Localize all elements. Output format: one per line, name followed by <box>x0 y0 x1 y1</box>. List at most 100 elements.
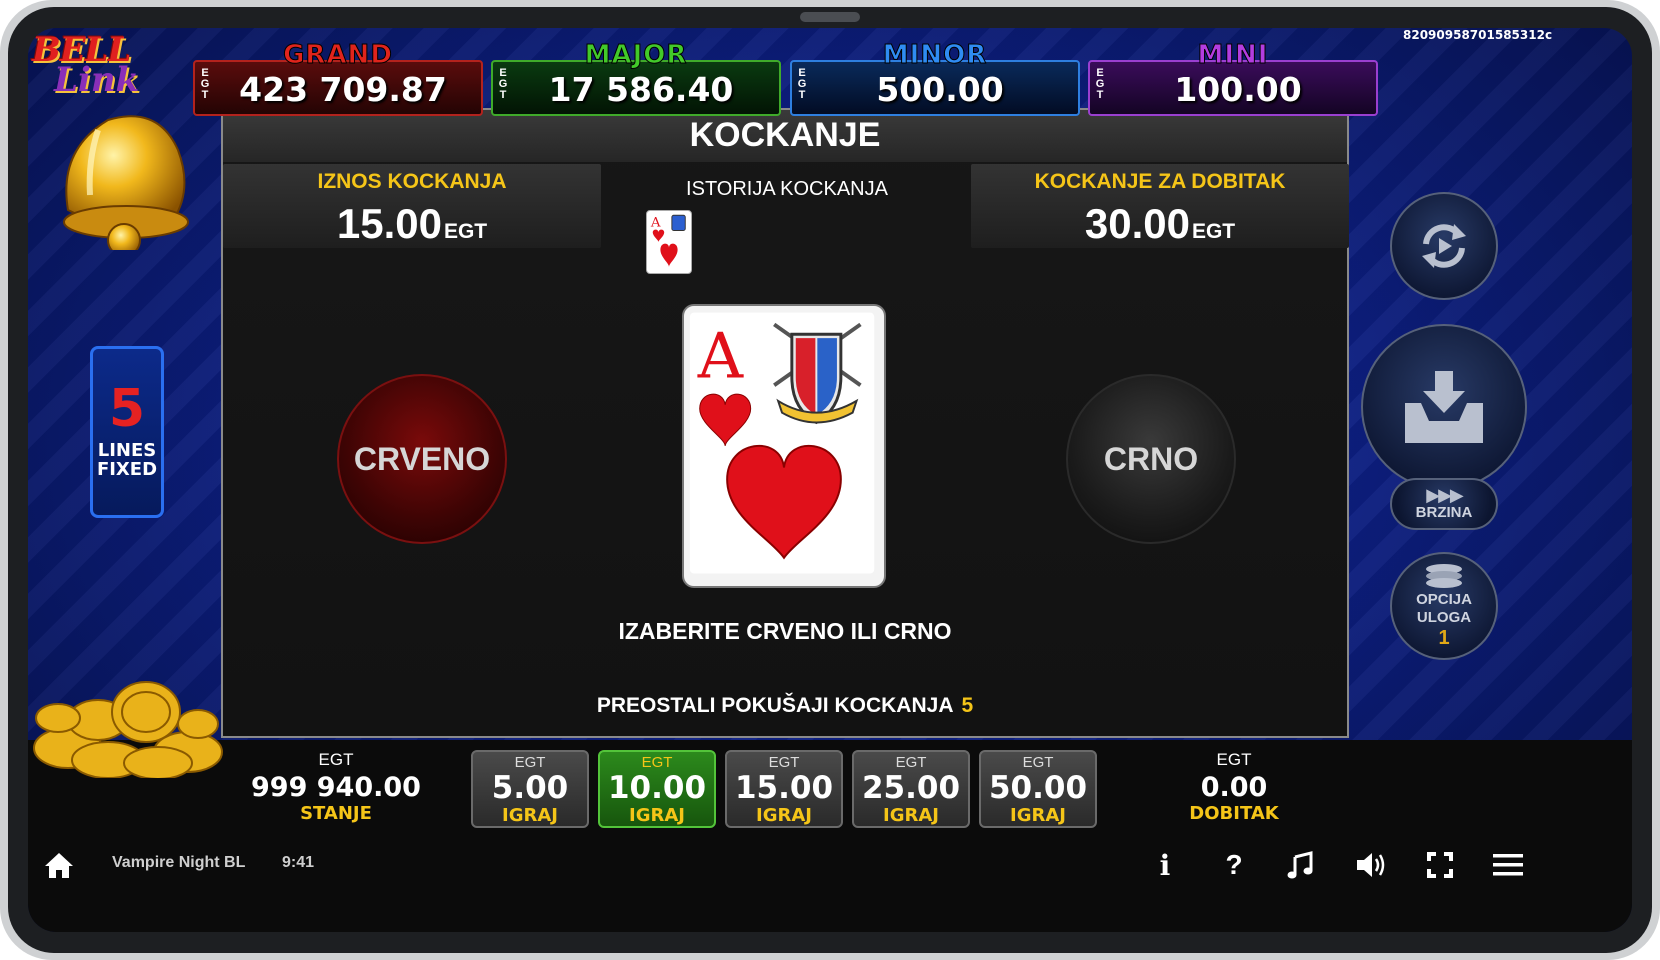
bet-label: IGRAJ <box>883 805 939 826</box>
balance-display: EGT 999 940.00 STANJE <box>246 750 426 824</box>
bet-currency: EGT <box>895 754 927 771</box>
jackpot-major-currency: EGT <box>498 67 508 101</box>
bet-label: IGRAJ <box>1010 805 1066 826</box>
gamble-history-label: ISTORIJA KOCKANJA <box>686 178 888 200</box>
lines-label-line2: FIXED <box>96 459 158 480</box>
red-button[interactable]: CRVENO <box>337 374 507 544</box>
speed-label: BRZINA <box>1415 504 1473 521</box>
gamble-card-ace-hearts: A <box>682 304 886 588</box>
bet-option-label-line1: OPCIJA <box>1416 590 1472 608</box>
jackpot-minor-name: MINOR <box>882 40 988 71</box>
menu-button[interactable] <box>1491 848 1525 882</box>
bet-button-4[interactable]: EGT 25.00 IGRAJ <box>852 750 970 828</box>
jackpot-grand-currency: EGT <box>200 67 210 101</box>
jackpot-mini-value: 100.00 <box>1174 70 1302 109</box>
golden-bell-icon <box>63 115 189 250</box>
collect-tray-icon <box>1405 371 1483 443</box>
gamble-prompt: IZABERITE CRVENO ILI CRNO <box>618 618 952 644</box>
help-icon: ? <box>1225 849 1243 880</box>
jackpot-mini: MINI EGT 100.00 <box>1088 40 1378 116</box>
bet-value: 10.00 <box>607 770 707 806</box>
bet-currency: EGT <box>641 754 673 771</box>
bet-currency: EGT <box>514 754 546 771</box>
jackpot-major: MAJOR EGT 17 586.40 <box>491 40 781 116</box>
win-label: DOBITAK <box>1189 803 1279 824</box>
device-notch <box>800 12 860 22</box>
bet-currency: EGT <box>1022 754 1054 771</box>
gamble-to-win-label: KOCKANJE ZA DOBITAK <box>1034 170 1286 193</box>
bet-option-value: 1 <box>1438 626 1450 649</box>
bet-label: IGRAJ <box>756 805 812 826</box>
bottom-bar: EGT 999 940.00 STANJE EGT 5.00 IGRAJ EGT… <box>28 740 1632 932</box>
jackpot-grand-value: 423 709.87 <box>239 70 447 109</box>
balance-currency: EGT <box>318 750 354 769</box>
bet-button-1[interactable]: EGT 5.00 IGRAJ <box>471 750 589 828</box>
gold-coins-pile <box>33 681 223 778</box>
gamble-amount-box: IZNOS KOCKANJA 15.00EGT <box>223 164 601 248</box>
home-icon <box>45 853 73 878</box>
game-screen: BELL Link GRAND EG T 423 709.87 MAJOR E … <box>28 28 1632 932</box>
gamble-panel: KOCKANJE IZNOS KOCKANJA 15.00EGT ISTORIJ… <box>221 108 1349 738</box>
jackpot-mini-currency: EGT <box>1095 67 1105 101</box>
game-name: Vampire Night BL <box>112 854 246 871</box>
music-button[interactable] <box>1284 848 1318 882</box>
bet-button-5[interactable]: EGT 50.00 IGRAJ <box>979 750 1097 828</box>
gamble-amount-label: IZNOS KOCKANJA <box>317 170 507 193</box>
autoplay-button[interactable] <box>1390 192 1498 300</box>
balance-value: 999 940.00 <box>251 772 421 803</box>
hamburger-menu-icon <box>1493 854 1523 876</box>
music-note-icon <box>1287 851 1313 879</box>
jackpot-major-name: MAJOR <box>584 40 688 71</box>
home-button[interactable] <box>42 848 76 882</box>
gamble-amount-value: 15.00 <box>336 200 442 247</box>
speed-button[interactable]: ▶▶▶ BRZINA <box>1390 478 1498 530</box>
autoplay-icon <box>1422 224 1466 268</box>
jackpot-major-value: 17 586.40 <box>548 70 734 109</box>
fast-forward-icon: ▶▶▶ <box>1426 485 1464 505</box>
bet-currency: EGT <box>768 754 800 771</box>
history-card-rank: A <box>650 216 661 231</box>
bottom-toolbar: Vampire Night BL 9:41 i ? <box>28 840 1632 890</box>
bet-value: 50.00 <box>988 770 1088 806</box>
collect-win-button[interactable] <box>1361 324 1527 490</box>
win-currency: EGT <box>1216 750 1252 769</box>
gamble-to-win-currency: EGT <box>1191 220 1236 243</box>
jackpot-mini-name: MINI <box>1197 40 1269 71</box>
clock: 9:41 <box>282 854 315 871</box>
gamble-title: KOCKANJE <box>689 116 881 154</box>
black-button[interactable]: CRNO <box>1066 374 1236 544</box>
remaining-attempts-count: 5 <box>961 694 974 717</box>
bet-label: IGRAJ <box>502 805 558 826</box>
gamble-to-win: 30.00EGT <box>971 200 1349 248</box>
remaining-attempts-label: PREOSTALI POKUŠAJI KOCKANJA <box>596 694 954 717</box>
help-button[interactable]: ? <box>1217 848 1251 882</box>
info-button[interactable]: i <box>1148 848 1182 882</box>
jackpot-minor-value: 500.00 <box>876 70 1004 109</box>
bet-option-button[interactable]: OPCIJA ULOGA 1 <box>1390 552 1498 660</box>
bet-button-3[interactable]: EGT 15.00 IGRAJ <box>725 750 843 828</box>
bet-label: IGRAJ <box>629 805 685 826</box>
speaker-icon <box>1357 853 1385 877</box>
bet-value: 15.00 <box>734 770 834 806</box>
lines-label: LINES FIXED <box>93 441 161 479</box>
sound-button[interactable] <box>1354 848 1388 882</box>
history-card-ace-hearts: A <box>646 210 692 274</box>
gamble-card-rank: A <box>697 319 744 392</box>
info-icon: i <box>1159 848 1171 882</box>
bet-value: 25.00 <box>861 770 961 806</box>
lines-label-line1: LINES <box>97 440 157 461</box>
jackpot-grand: GRAND EGT 423 709.87 <box>193 40 483 116</box>
game-serial-number: 82090958701585312c <box>1403 28 1553 42</box>
gamble-amount-currency: EGT <box>443 220 488 243</box>
bell-link-logo: BELL Link <box>32 30 142 110</box>
win-display: EGT 0.00 DOBITAK <box>1144 750 1324 824</box>
coin-stack-icon <box>1426 563 1462 588</box>
fullscreen-button[interactable] <box>1423 848 1457 882</box>
jackpot-grand-name: GRAND <box>283 40 393 71</box>
bet-value: 5.00 <box>491 770 569 806</box>
gamble-to-win-box: KOCKANJE ZA DOBITAK 30.00EGT <box>971 164 1349 248</box>
lines-fixed-badge: 5 LINES FIXED <box>90 346 164 518</box>
lines-count: 5 <box>108 379 146 439</box>
balance-label: STANJE <box>300 803 372 824</box>
bet-button-2[interactable]: EGT 10.00 IGRAJ <box>598 750 716 828</box>
